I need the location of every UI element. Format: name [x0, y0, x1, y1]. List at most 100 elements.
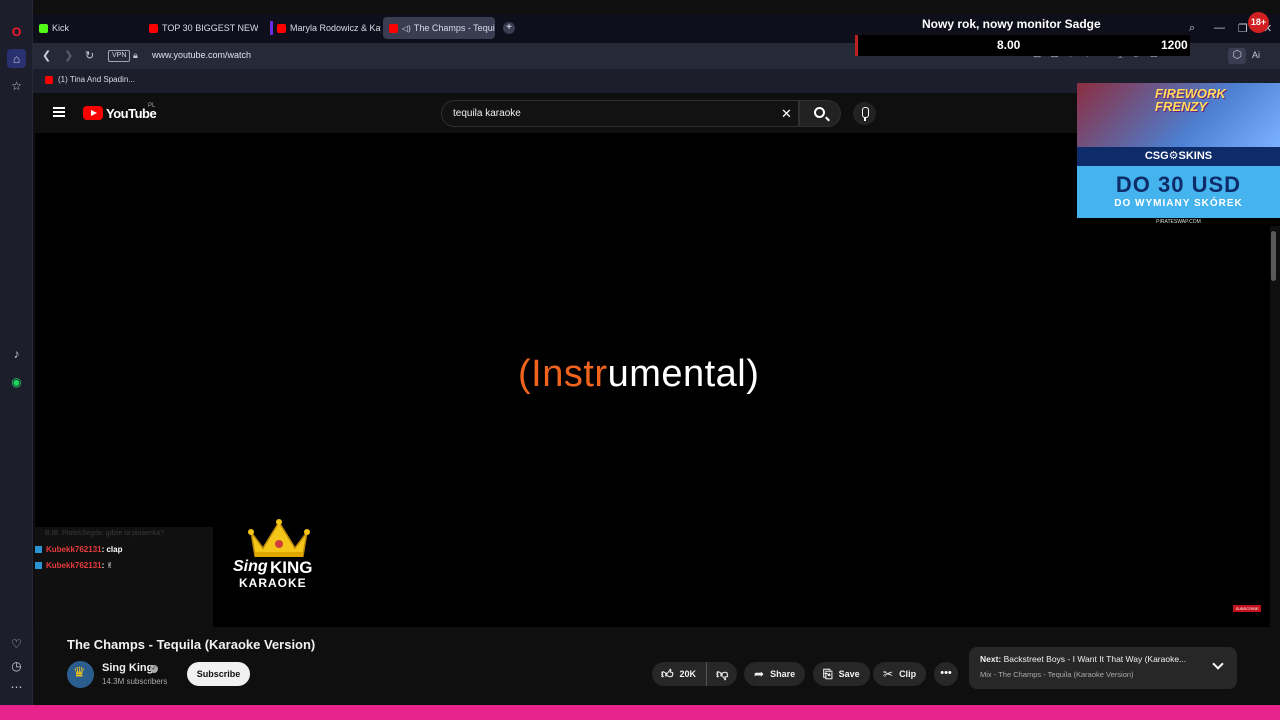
clip-label: Clip: [899, 669, 917, 679]
up-next-card[interactable]: Next: Backstreet Boys - I Want It That W…: [969, 647, 1237, 689]
bookmark-label: (1) Tina And Spadin...: [58, 75, 135, 84]
spotify-icon[interactable]: ◉: [7, 372, 26, 391]
chat-text: : ✌: [101, 561, 114, 570]
clip-button[interactable]: ✂ Clip: [873, 662, 927, 686]
stream-goal-bar: 8.00 1200: [855, 35, 1190, 56]
channel-name[interactable]: Sing King: [102, 662, 153, 674]
like-count: 20K: [679, 669, 697, 679]
crown-icon: [248, 519, 310, 557]
age-rating-badge: 18+: [1248, 12, 1269, 33]
search-input[interactable]: tequila karaoke ✕: [441, 100, 799, 127]
history-icon[interactable]: ◷: [7, 656, 26, 675]
dislike-button[interactable]: 👎︎: [707, 662, 737, 686]
chat-faded-line: B.tB. PiotekSegda: gdzie ta piosenka?: [45, 530, 165, 537]
youtube-favicon-icon: [277, 23, 286, 33]
star-icon[interactable]: ☆: [7, 76, 26, 95]
speaker-icon: ◁): [402, 23, 411, 33]
chat-message: Kubekk762131 : clap: [35, 545, 123, 554]
goal-progress-marker: [855, 35, 858, 56]
channel-avatar[interactable]: [67, 661, 94, 688]
bookmark-icon: ⎘: [823, 667, 833, 681]
stream-bottom-strip: [0, 705, 1280, 720]
stream-goal-overlay: Nowy rok, nowy monitor Sadge 8.00 1200: [855, 14, 1190, 56]
tab-label: TOP 30 BIGGEST NEW Gam: [162, 23, 258, 33]
new-tab-button[interactable]: +: [503, 22, 515, 34]
tiktok-icon[interactable]: ♪: [7, 344, 26, 363]
tab-label: Kick: [52, 23, 70, 33]
youtube-favicon-icon: [45, 75, 53, 84]
tab-kick[interactable]: Kick: [33, 17, 138, 39]
chat-username: Kubekk762131: [46, 561, 102, 570]
clear-search-icon[interactable]: ✕: [781, 106, 792, 122]
next-playlist-name: Mix - The Champs - Tequila (Karaoke Vers…: [980, 670, 1134, 679]
chat-text: : clap: [101, 545, 123, 554]
tab-maryla[interactable]: Maryla Rodowicz & Kayah: [264, 17, 381, 39]
voice-search-button[interactable]: [853, 102, 876, 125]
chat-badge-icon: [35, 562, 42, 569]
bookmark-item[interactable]: (1) Tina And Spadin...: [45, 75, 135, 84]
back-icon[interactable]: ❮: [42, 49, 51, 62]
page-scrollbar[interactable]: [1271, 231, 1276, 281]
sing-king-logo: Sing KING KARAOKE: [233, 518, 325, 608]
lyric-unsung-part: umental): [607, 353, 760, 395]
subscriber-count: 14.3M subscribers: [102, 677, 168, 686]
youtube-logo-icon[interactable]: [83, 106, 103, 120]
subscribe-watermark[interactable]: SUBSCRIBE: [1233, 605, 1261, 612]
like-button[interactable]: 👍︎ 20K: [652, 662, 708, 686]
like-dislike-group: 👍︎ 20K 👎︎: [652, 662, 738, 686]
ad-brand: CSG⚙SKINS: [1077, 147, 1280, 166]
subscribe-button[interactable]: Subscribe: [187, 662, 250, 686]
logo-sing-text: Sing: [233, 558, 268, 575]
save-button[interactable]: ⎘ Save: [813, 662, 870, 686]
tab-the-champs[interactable]: ◁) The Champs - Tequila: [383, 17, 495, 39]
ad-title: FIREWORK FRENZY: [1155, 86, 1226, 114]
goal-target-value: 1200: [1161, 38, 1188, 52]
opera-sidebar: O ⌂ ☆ ♪ ◉ ♡ ◷ ⋯: [0, 0, 33, 705]
url-field[interactable]: www.youtube.com/watch: [152, 50, 251, 60]
cube-icon[interactable]: ⬡: [1228, 48, 1246, 64]
share-button[interactable]: ➦ Share: [744, 662, 806, 686]
thumbs-down-icon: 👎︎: [716, 667, 729, 681]
hamburger-menu-icon[interactable]: [53, 107, 65, 117]
screen: O ⌂ ☆ ♪ ◉ ♡ ◷ ⋯ Kick TOP 30 BIGGEST NEW …: [0, 0, 1280, 720]
thumbs-up-icon: 👍︎: [661, 667, 674, 681]
ad-banner-art: FIREWORK FRENZY: [1077, 83, 1280, 147]
home-icon[interactable]: ⌂: [7, 49, 26, 68]
heart-icon[interactable]: ♡: [7, 634, 26, 653]
country-code: PL: [148, 103, 156, 109]
share-icon: ➦: [754, 667, 765, 681]
next-video-line: Next: Backstreet Boys - I Want It That W…: [980, 654, 1205, 664]
search-button[interactable]: [799, 100, 841, 127]
opera-logo-icon[interactable]: O: [7, 22, 26, 41]
search-input-value: tequila karaoke: [453, 108, 521, 119]
kick-icon: [39, 23, 48, 33]
tab-label: Maryla Rodowicz & Kayah: [290, 23, 381, 33]
save-label: Save: [838, 669, 860, 679]
verified-icon: ✓: [150, 665, 158, 673]
lock-icon[interactable]: 🔒︎: [133, 50, 138, 61]
tab-top-30[interactable]: TOP 30 BIGGEST NEW Gam: [143, 17, 258, 39]
next-prefix: Next:: [980, 654, 1002, 664]
karaoke-lyric: (Instrumental): [518, 353, 759, 396]
search-icon: [814, 107, 825, 118]
youtube-favicon-icon: [389, 23, 398, 33]
ad-amount: DO 30 USD: [1115, 172, 1242, 197]
chevron-down-icon[interactable]: [1212, 658, 1224, 670]
goal-current-value: 8.00: [997, 38, 1021, 52]
ai-button[interactable]: Aі: [1252, 50, 1260, 60]
minimize-icon[interactable]: —: [1214, 22, 1225, 34]
vpn-badge[interactable]: VPN: [108, 50, 131, 62]
next-video-title: Backstreet Boys - I Want It That Way (Ka…: [1003, 654, 1187, 664]
forward-icon[interactable]: ❯: [64, 49, 73, 62]
ad-footer: PIRATESWAP.COM: [1077, 218, 1280, 226]
ad-offer: DO 30 USD DO WYMIANY SKÓREK: [1077, 166, 1280, 218]
lyric-sung-part: (Instr: [518, 353, 608, 395]
youtube-favicon-icon: [149, 23, 158, 33]
reload-icon[interactable]: ↻: [85, 49, 94, 62]
more-actions-button[interactable]: •••: [934, 662, 958, 686]
chat-badge-icon: [35, 546, 42, 553]
restore-icon[interactable]: ❐: [1238, 22, 1248, 35]
more-dots-icon[interactable]: ⋯: [7, 677, 26, 696]
chat-username: Kubekk762131: [46, 545, 102, 554]
stream-goal-title: Nowy rok, nowy monitor Sadge: [922, 17, 1101, 31]
